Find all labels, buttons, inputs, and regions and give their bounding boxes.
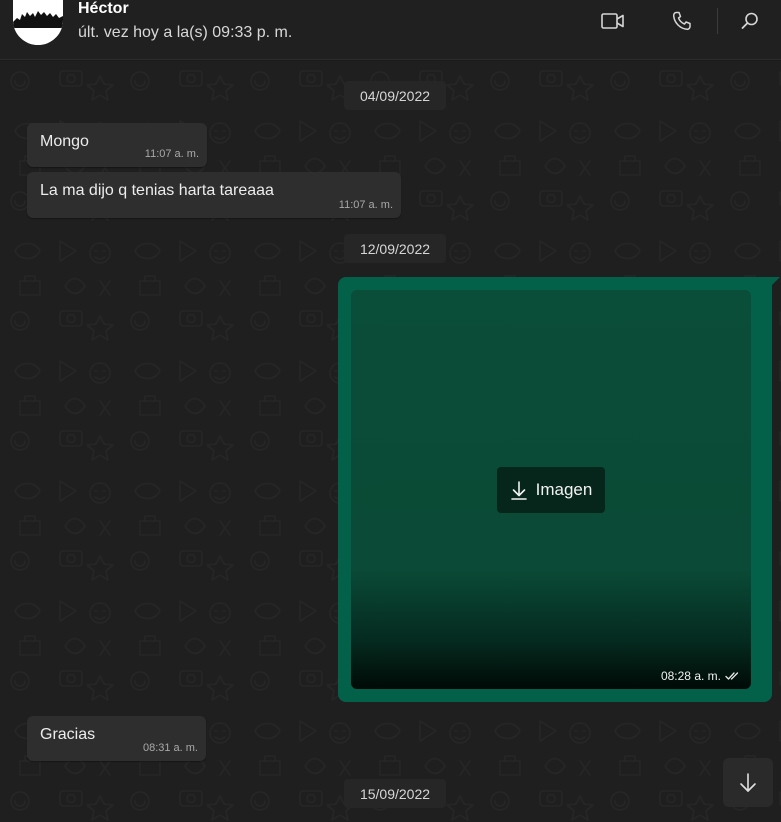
message-time: 08:31 a. m. — [142, 742, 198, 754]
image-placeholder[interactable]: Imagen 08:28 a. m. — [351, 290, 751, 689]
message-list[interactable]: 04/09/2022 Mongo 11:07 a. m. La ma dijo … — [0, 61, 781, 822]
bubble-tail — [770, 277, 780, 287]
search-icon — [741, 12, 758, 29]
double-check-icon — [725, 672, 739, 680]
search-button[interactable] — [735, 8, 765, 34]
date-separator: 12/09/2022 — [344, 234, 446, 263]
arrow-down-icon — [740, 772, 756, 792]
message-time-text: 08:28 a. m. — [660, 669, 721, 683]
message-bubble[interactable]: Gracias 08:31 a. m. — [27, 716, 206, 761]
message-text: La ma dijo q tenias harta tareaaa — [40, 182, 274, 199]
header-separator — [717, 8, 718, 34]
download-label: Imagen — [535, 480, 593, 499]
voice-call-icon — [672, 11, 691, 31]
contact-name[interactable]: Héctor — [78, 0, 129, 18]
message-bubble[interactable]: Mongo 11:07 a. m. — [27, 123, 207, 167]
video-call-icon — [601, 13, 624, 29]
message-time: 08:28 a. m. — [661, 669, 741, 683]
voice-call-button[interactable] — [667, 8, 697, 34]
message-bubble[interactable]: La ma dijo q tenias harta tareaaa 11:07 … — [27, 172, 401, 218]
date-separator: 15/09/2022 — [344, 779, 446, 808]
avatar[interactable] — [13, 0, 63, 45]
message-time: 11:07 a. m. — [144, 148, 199, 160]
download-image-button[interactable]: Imagen — [497, 467, 605, 513]
message-time: 11:07 a. m. — [338, 199, 393, 211]
message-text: Gracias — [40, 726, 96, 743]
image-message[interactable]: Imagen 08:28 a. m. — [338, 277, 780, 702]
message-text: Mongo — [40, 133, 89, 150]
date-separator: 04/09/2022 — [344, 81, 446, 110]
chat-header: Héctor últ. vez hoy a la(s) 09:33 p. m. — [0, 0, 781, 60]
video-call-button[interactable] — [598, 8, 628, 34]
last-seen-status: últ. vez hoy a la(s) 09:33 p. m. — [78, 24, 293, 41]
scroll-to-bottom-button[interactable] — [723, 758, 773, 807]
download-icon — [510, 481, 527, 500]
